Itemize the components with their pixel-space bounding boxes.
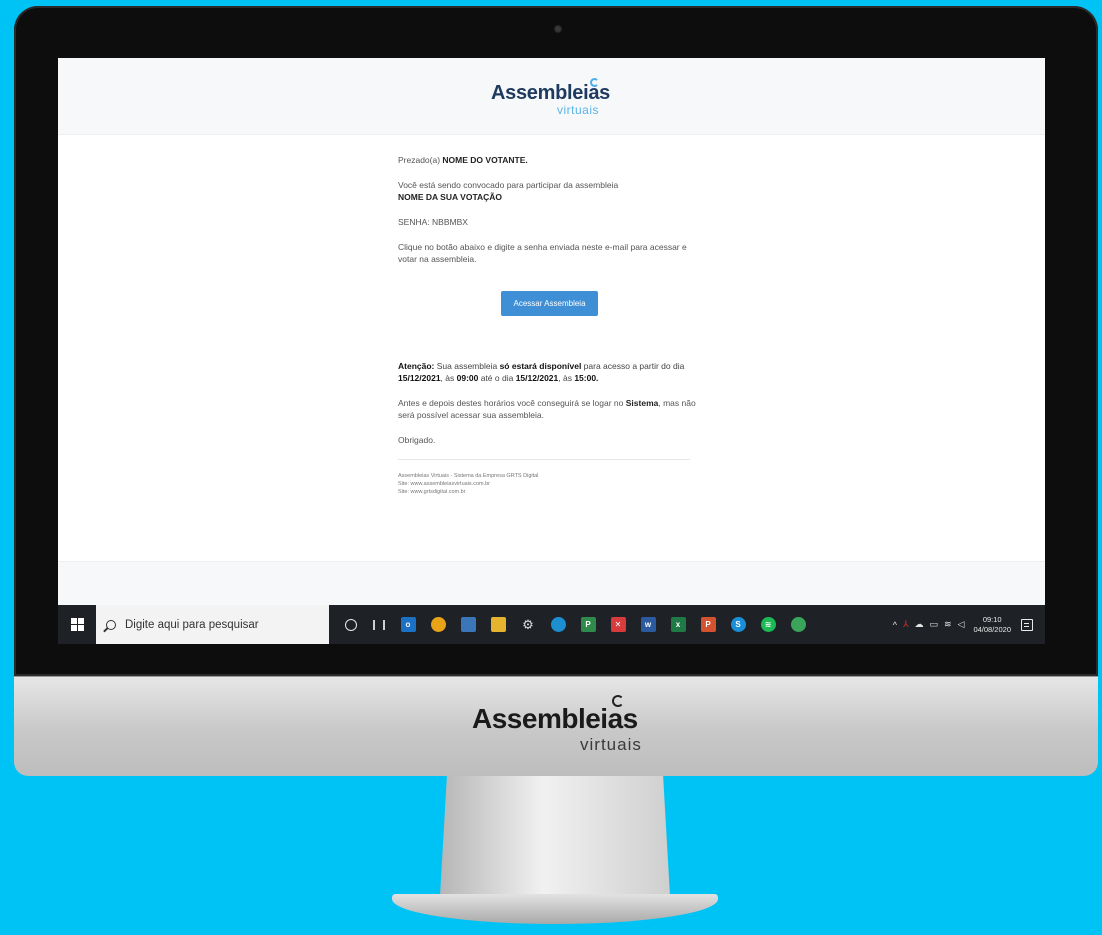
attention-label: Atenção: [398,361,435,371]
footer-divider [398,459,690,460]
project-button[interactable]: P [573,605,603,644]
powerpoint-button[interactable]: P [693,605,723,644]
start-button[interactable] [58,605,96,644]
acrobat-tray-icon[interactable]: ⅄ [903,619,909,630]
spotify-icon: ≋ [760,617,776,632]
thanks: Obrigado. [398,435,436,445]
greeting: Prezado(a) NOME DO VOTANTE. [398,154,698,166]
access-assembly-button[interactable]: Acessar Assembleia [501,291,598,316]
voter-name: NOME DO VOTANTE. [442,155,528,165]
invitation: Você está sendo convocado para participa… [398,179,698,203]
attention-text-4: até o dia [478,373,516,383]
login-note: Antes e depois destes horários você cons… [398,397,698,421]
chevron-up-icon[interactable]: ^ [893,620,897,630]
powerpoint-icon: P [700,617,716,632]
email-footer: Assembleias Virtuais - Sistema da Empres… [398,472,698,496]
windows-icon [70,618,84,631]
clock-date: 04/08/2020 [973,624,1011,634]
taskbar-search[interactable]: Digite aqui para pesquisar [96,605,329,644]
taskbar: Digite aqui para pesquisar o ⚙ P ✕ w x P S ≋ ^ ⅄… [58,605,1045,644]
attention-text-2: para acesso a partir do dia [581,361,685,371]
outlook-icon: o [400,617,416,632]
excel-button[interactable]: x [663,605,693,644]
attention-text-5: , às [558,373,575,383]
clock-time: 09:10 [982,614,1002,624]
settings-icon: ⚙ [522,616,534,632]
cortana-button[interactable] [337,605,365,644]
screen: Assembleias virtuais Prezado(a) NOME DO … [58,58,1045,644]
email-logo: Assembleias virtuais [491,78,611,122]
chin-sub: virtuais [580,735,642,754]
note-text-1: Antes e depois destes horários você cons… [398,398,626,408]
invite-text: Você está sendo convocado para participa… [398,180,619,190]
chrome-button[interactable] [423,605,453,644]
chin-swirl-icon [612,695,624,707]
logo-sub: virtuais [556,103,599,117]
excel-icon: x [670,617,686,632]
notification-icon[interactable] [1021,618,1033,631]
monitor-stand-base [392,894,718,924]
edge-button[interactable] [543,605,573,644]
cloud-icon[interactable]: ☁ [914,619,923,630]
task-view-button[interactable] [365,605,393,644]
start-date: 15/12/2021 [398,373,441,383]
voting-name: NOME DA SUA VOTAÇÃO [398,192,503,202]
skype-button[interactable]: S [723,605,753,644]
file-explorer-button[interactable] [483,605,513,644]
attention-bold: só estará disponível [499,361,582,371]
footer-line[interactable]: Site: www.assembleiasvirtuais.com.br [398,480,698,488]
note-system: Sistema [625,398,659,408]
camera-dot [554,25,562,33]
system-tray: ^ ⅄ ☁ ▭ ≋ ◁ 09:10 04/08/2020 [890,605,1045,644]
footer-line: Assembleias Virtuais - Sistema da Empres… [398,473,539,479]
password-line: SENHA: NBBMBX [398,217,468,227]
monitor-chin: Assembleias virtuais [14,676,1098,776]
search-placeholder: Digite aqui para pesquisar [125,618,259,631]
monitor: Assembleias virtuais Prezado(a) NOME DO … [14,6,1098,676]
search-icon [106,619,116,630]
project-icon: P [580,617,596,632]
battery-icon[interactable]: ▭ [929,619,938,630]
xmind-button[interactable]: ✕ [603,605,633,644]
calculator-button[interactable] [453,605,483,644]
edge-icon [550,617,566,632]
start-time: 09:00 [456,373,479,383]
outlook-button[interactable]: o [393,605,423,644]
xmind-icon: ✕ [610,617,626,632]
chrome-icon [430,617,446,632]
clock[interactable]: 09:10 04/08/2020 [973,615,1011,635]
logo-swirl-icon [590,78,599,87]
footer-line[interactable]: Site: www.grtsdigital.com.br [398,488,698,496]
chin-logo: Assembleias virtuais [472,695,672,755]
attention-text-3: , às [440,373,457,383]
photos-button[interactable] [783,605,813,644]
cortana-icon [345,618,357,631]
greeting-prefix: Prezado(a) [398,155,443,165]
photos-icon [790,617,806,632]
calculator-icon [460,617,476,632]
attention-text-1: Sua assembleia [434,361,500,371]
email-header: Assembleias virtuais [58,58,1045,135]
monitor-stand [440,776,670,896]
email-body: Prezado(a) NOME DO VOTANTE. Você está se… [398,154,698,496]
pinned-apps: o ⚙ P ✕ w x P S ≋ [393,605,813,644]
word-button[interactable]: w [633,605,663,644]
settings-button[interactable]: ⚙ [513,605,543,644]
attention-notice: Atenção: Sua assembleia só estará dispon… [398,360,698,384]
wifi-icon[interactable]: ≋ [944,619,952,630]
skype-icon: S [730,617,746,632]
volume-icon[interactable]: ◁ [958,619,965,630]
chin-brand: Assembleias [472,703,638,734]
file-explorer-icon [490,617,506,632]
spotify-button[interactable]: ≋ [753,605,783,644]
end-date: 15/12/2021 [515,373,559,383]
end-time: 15:00. [574,373,599,383]
instruction-text: Clique no botão abaixo e digite a senha … [398,242,687,264]
email-bottom-band [58,561,1045,605]
task-view-icon [373,619,385,630]
word-icon: w [640,617,656,632]
